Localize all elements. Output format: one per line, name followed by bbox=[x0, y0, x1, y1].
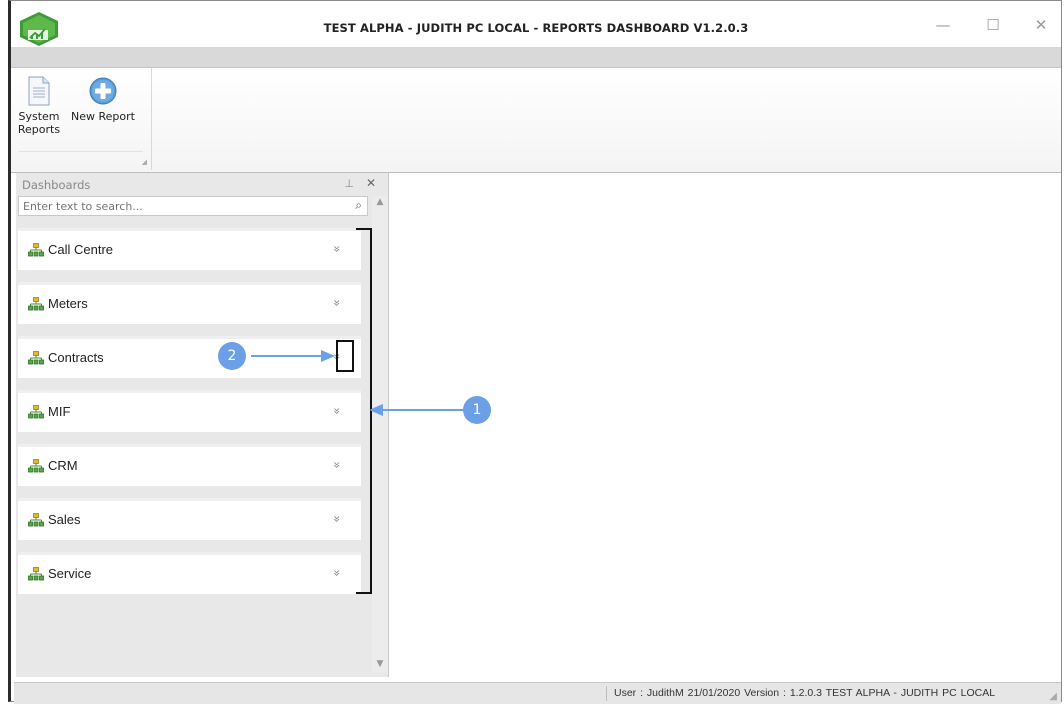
status-text: User : JudithM 21/01/2020 Version : 1.2.… bbox=[614, 687, 996, 699]
chevron-down-icon[interactable]: » bbox=[329, 405, 345, 417]
dashboard-item-sales[interactable]: Sales » bbox=[18, 498, 361, 540]
chevron-down-icon[interactable]: » bbox=[329, 513, 345, 525]
dashboard-item-label: MIF bbox=[48, 404, 71, 419]
status-bar: User : JudithM 21/01/2020 Version : 1.2.… bbox=[14, 682, 1061, 704]
resize-grip-icon[interactable]: ◢ bbox=[1049, 691, 1057, 702]
pin-icon[interactable]: ⊥ bbox=[344, 177, 354, 190]
arrow-2 bbox=[251, 350, 335, 362]
dashboard-item-service[interactable]: Service » bbox=[18, 552, 361, 594]
status-divider bbox=[606, 686, 607, 701]
scroll-up-icon[interactable]: ▲ bbox=[372, 197, 388, 207]
callout-badge-1: 1 bbox=[463, 396, 491, 424]
org-chart-icon bbox=[28, 243, 44, 257]
dashboard-item-crm[interactable]: CRM » bbox=[18, 444, 361, 486]
plus-circle-icon bbox=[89, 77, 117, 105]
dashboard-item-call-centre[interactable]: Call Centre » bbox=[18, 228, 361, 270]
dashboard-item-label: Call Centre bbox=[48, 242, 114, 257]
group-launcher-icon[interactable]: ◢ bbox=[142, 158, 147, 166]
org-chart-icon bbox=[28, 297, 44, 311]
dashboard-item-label: Sales bbox=[48, 512, 81, 527]
chevron-down-icon[interactable]: » bbox=[329, 297, 345, 309]
window-title: TEST ALPHA - JUDITH PC LOCAL - REPORTS D… bbox=[323, 21, 749, 35]
app-window: TEST ALPHA - JUDITH PC LOCAL - REPORTS D… bbox=[8, 0, 1062, 704]
highlight-box bbox=[336, 340, 354, 372]
dashboard-item-mif[interactable]: MIF » bbox=[18, 390, 361, 432]
dashboard-item-meters[interactable]: Meters » bbox=[18, 282, 361, 324]
scroll-down-icon[interactable]: ▼ bbox=[372, 659, 388, 669]
dashboard-item-label: Service bbox=[48, 566, 92, 581]
chevron-down-icon[interactable]: » bbox=[329, 567, 345, 579]
search-icon[interactable]: ⌕ bbox=[355, 198, 362, 213]
dashboard-item-label: Meters bbox=[48, 296, 88, 311]
org-chart-icon bbox=[28, 351, 44, 365]
org-chart-icon bbox=[28, 567, 44, 581]
new-report-button[interactable]: New Report bbox=[67, 76, 139, 123]
dashboard-item-label: CRM bbox=[48, 458, 78, 473]
org-chart-icon bbox=[28, 405, 44, 419]
ribbon: System Reports New Report ◢ bbox=[11, 68, 1061, 173]
org-chart-icon bbox=[28, 459, 44, 473]
panel-header: Dashboards ⊥ ✕ bbox=[16, 173, 388, 195]
chevron-down-icon[interactable]: » bbox=[329, 243, 345, 255]
panel-title: Dashboards bbox=[22, 178, 91, 192]
search-box: ⌕ bbox=[18, 196, 368, 216]
panel-scrollbar[interactable]: ▲ ▼ bbox=[372, 196, 388, 672]
dashboard-item-label: Contracts bbox=[48, 350, 104, 365]
document-icon bbox=[28, 76, 50, 106]
system-reports-label-line1: System bbox=[18, 110, 60, 123]
new-report-label: New Report bbox=[71, 110, 135, 123]
arrow-1 bbox=[369, 404, 469, 416]
search-input[interactable] bbox=[19, 197, 342, 215]
chevron-down-icon[interactable]: » bbox=[329, 459, 345, 471]
panel-close-icon[interactable]: ✕ bbox=[366, 176, 376, 190]
close-button[interactable]: ✕ bbox=[1031, 15, 1051, 35]
callout-badge-2: 2 bbox=[218, 342, 246, 370]
minimize-button[interactable]: — bbox=[933, 15, 953, 35]
system-reports-label-line2: Reports bbox=[17, 123, 61, 136]
system-reports-button[interactable]: System Reports bbox=[17, 76, 61, 136]
maximize-button[interactable]: ☐ bbox=[983, 15, 1003, 35]
ribbon-tab-strip bbox=[11, 47, 1061, 68]
title-bar: TEST ALPHA - JUDITH PC LOCAL - REPORTS D… bbox=[11, 1, 1061, 47]
org-chart-icon bbox=[28, 513, 44, 527]
ribbon-group-reports: System Reports New Report ◢ bbox=[11, 68, 152, 170]
ribbon-group-divider bbox=[19, 151, 143, 152]
